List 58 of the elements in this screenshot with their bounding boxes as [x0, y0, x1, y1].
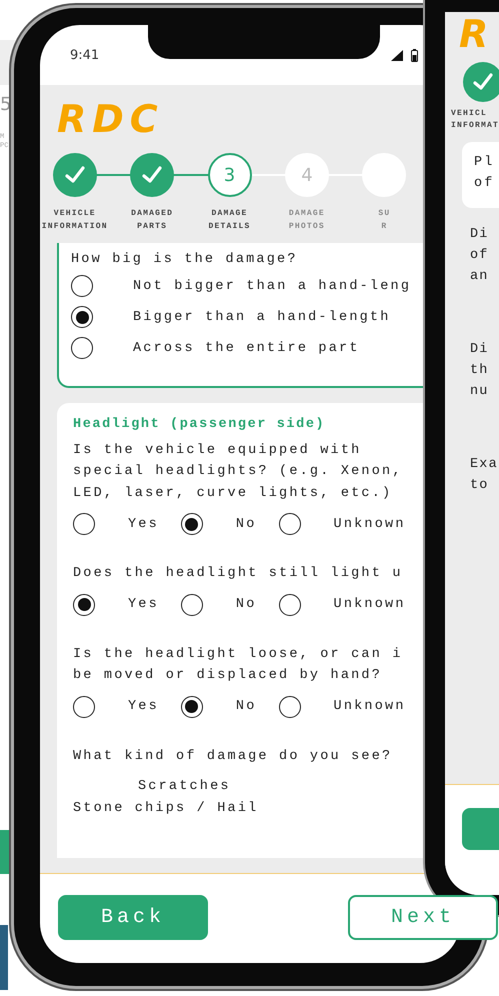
radio-button[interactable] [73, 594, 95, 616]
photo-placeholder [0, 925, 8, 990]
option-label: Across the entire part [133, 340, 360, 356]
brand-logo: RDC [57, 97, 164, 141]
section-title: Headlight (passenger side) [73, 416, 326, 432]
step-label: VEHICLE INFORMATION [42, 208, 108, 233]
radio-button[interactable] [180, 594, 203, 616]
step-label: DAMAGE PHOTOS [288, 208, 325, 233]
option-label: No [236, 699, 257, 714]
radio-button[interactable] [180, 513, 203, 535]
radio-button[interactable] [278, 696, 301, 718]
option-label: No [236, 516, 257, 532]
question-text: Is the headlight loose, or can i be moved or displaced by hand? [73, 646, 404, 685]
option-label: Unknown [334, 699, 406, 714]
step-label: DAMAGED PARTS [131, 208, 174, 233]
checkmark-icon [142, 166, 162, 184]
radio-button[interactable] [73, 696, 95, 718]
option-label: Yes [128, 699, 159, 714]
paragraph-text: Di of an [470, 226, 490, 286]
next-button[interactable]: Next [348, 895, 498, 940]
button-fragment [0, 830, 10, 874]
signal-icon [391, 50, 403, 60]
option-label: Yes [128, 597, 159, 612]
battery-icon [411, 48, 418, 62]
step-label: VEHICL INFORMAT [451, 108, 499, 132]
paragraph-text: Di th nu [470, 341, 490, 401]
radio-button[interactable] [71, 337, 93, 359]
step-circle[interactable]: 4 [284, 153, 329, 197]
status-time: 9:41 [70, 48, 100, 62]
checkmark-icon [473, 73, 493, 91]
radio-button[interactable] [71, 275, 93, 297]
radio-button[interactable] [278, 513, 301, 535]
question-text: How big is the damage? [71, 251, 299, 269]
option-label: No [236, 597, 257, 612]
step-label: SU R [378, 208, 390, 233]
brand-logo: R [459, 16, 490, 52]
radio-button[interactable] [71, 306, 93, 328]
option-label: Unknown [334, 516, 406, 532]
question-text: What kind of damage do you see? [73, 748, 394, 766]
radio-button[interactable] [180, 696, 203, 718]
step-label: DAMAGE DETAILS [208, 208, 251, 233]
step-circle[interactable]: 3 [208, 153, 252, 197]
back-button[interactable]: Back [58, 895, 208, 940]
paragraph-text: Exa to [470, 456, 499, 495]
question-text: Does the headlight still light u [73, 565, 404, 583]
option-label[interactable]: Scratches [138, 776, 231, 798]
option-label: Not bigger than a hand-leng [133, 278, 412, 294]
step-circle[interactable] [52, 153, 97, 197]
option-label[interactable]: Stone chips / Hail [73, 798, 258, 820]
info-card: Pl of [462, 142, 499, 208]
step-circle[interactable] [130, 153, 174, 197]
radio-button[interactable] [278, 594, 301, 616]
option-label: Bigger than a hand-length [133, 310, 391, 324]
question-text: Is the vehicle equipped with special headlights? (e.g. Xenon, LED, laser, curve lights, etc.) [73, 442, 404, 502]
checkmark-icon [64, 166, 85, 184]
option-label: Yes [128, 516, 159, 532]
option-label: Unknown [334, 597, 406, 612]
radio-button[interactable] [73, 513, 95, 535]
